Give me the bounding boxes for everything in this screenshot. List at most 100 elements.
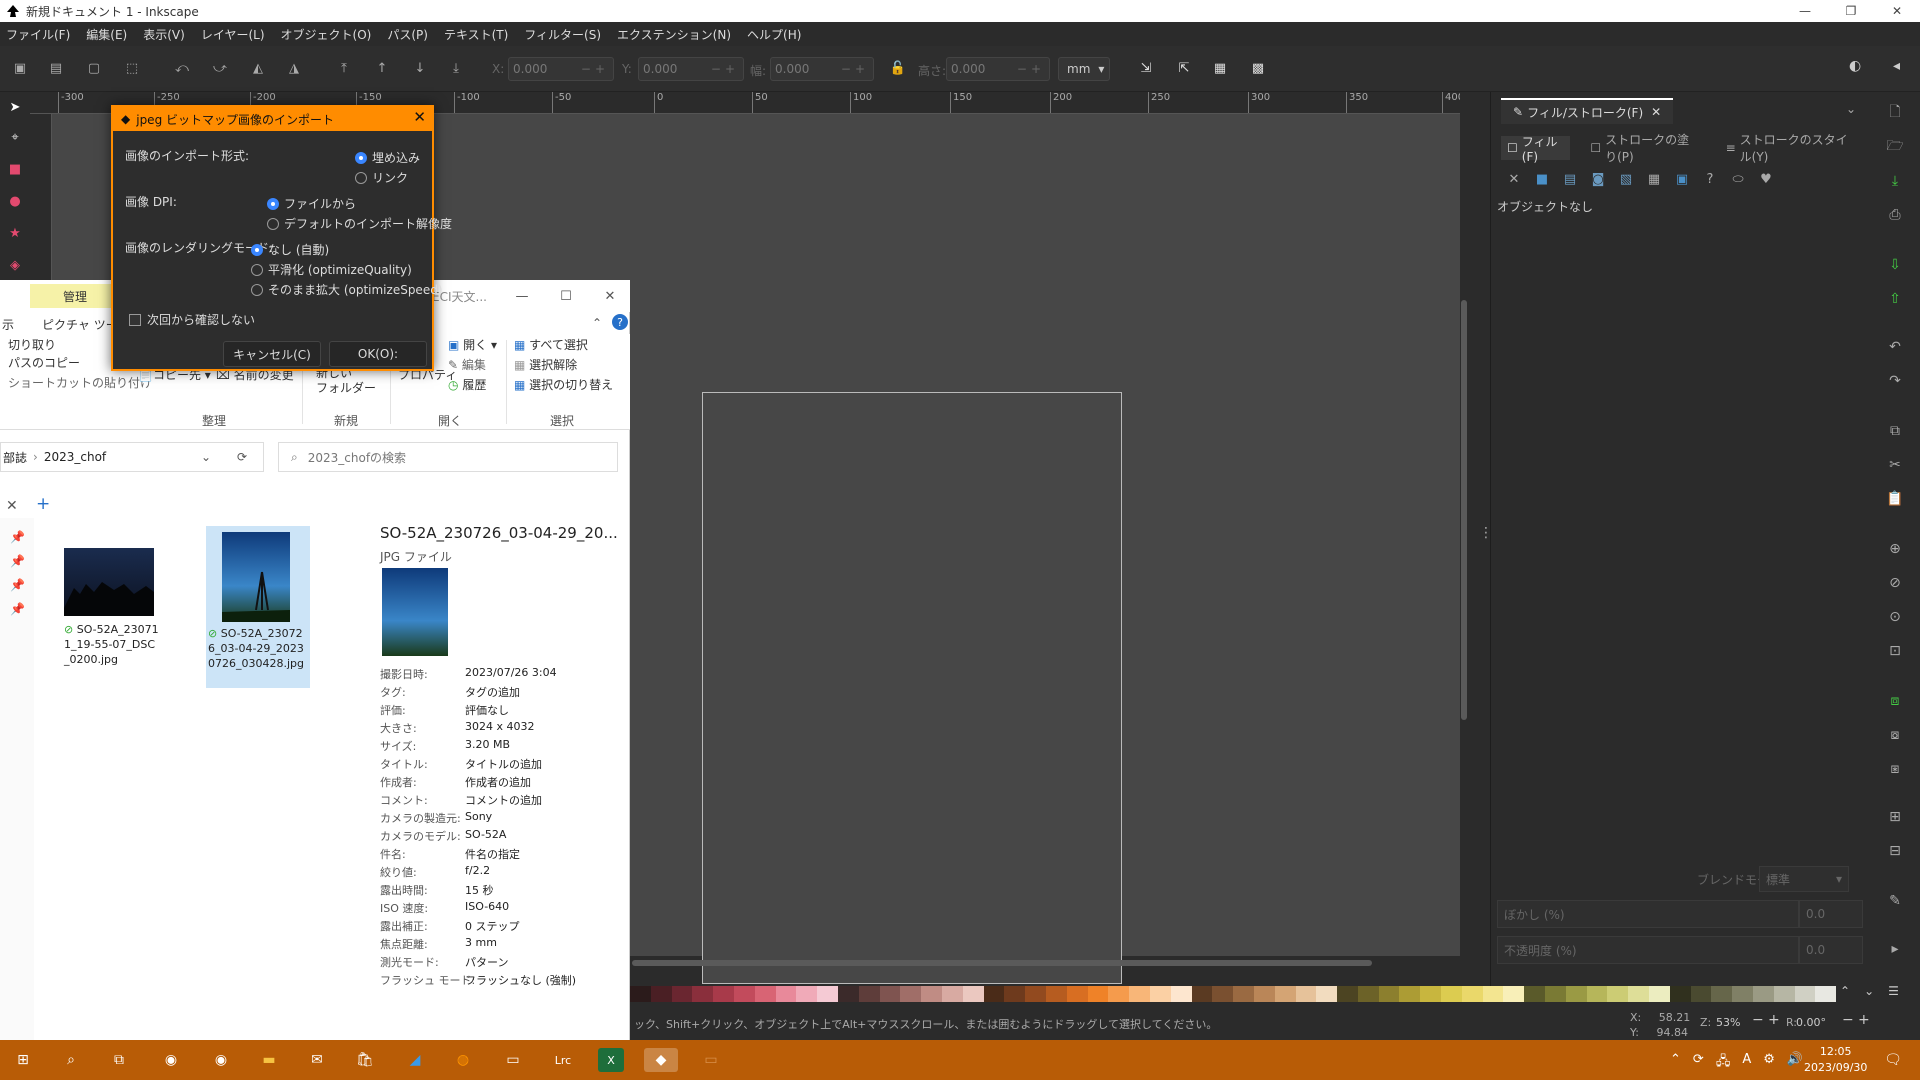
select-none-button[interactable]: ▦ 選択解除 [514,356,577,373]
rotation-value[interactable]: 0.00° [1796,1016,1826,1029]
raise-icon[interactable]: ↑ [372,58,392,78]
ime-mode-indicator[interactable]: A [1742,1052,1751,1074]
chevron-up-icon[interactable]: ⌃ [1840,984,1850,998]
palette-swatch[interactable] [1441,986,1462,1002]
unit-select[interactable]: mm ▾ [1058,57,1110,81]
search-input[interactable]: ⌕ 2023_chofの検索 [278,442,618,472]
palette-swatch[interactable] [900,986,922,1002]
palette-swatch[interactable] [692,986,714,1002]
pin-icon[interactable]: 📌 [10,530,25,544]
palette-swatch[interactable] [650,986,672,1002]
dont-ask-checkbox[interactable]: 次回から確認しない [129,311,255,328]
y-field[interactable]: 0.000 −+ [638,57,744,81]
palette-swatch[interactable] [1295,986,1317,1002]
lower-to-bottom-icon[interactable]: ⤓ [446,58,466,78]
palette-swatch[interactable] [1607,986,1629,1002]
vertical-scrollbar[interactable] [1461,300,1467,720]
volume-icon[interactable]: 🔊 [1787,1052,1803,1074]
manage-tab[interactable]: 管理 [30,284,120,308]
property-value[interactable]: ISO-640 [465,900,509,913]
breadcrumb-current[interactable]: 2023_chof [44,450,106,464]
property-value[interactable]: タイトルの追加 [465,756,542,772]
blend-mode-select[interactable]: 標準 ▾ [1759,866,1849,892]
palette-swatch[interactable] [879,986,901,1002]
paste-shortcut-button[interactable]: ショートカットの貼り付け [8,374,152,391]
pin-icon[interactable]: 📌 [10,602,25,616]
zoom-width-icon[interactable]: ⊡ [1886,642,1904,660]
scale-stroke-icon[interactable]: ⇲ [1136,58,1156,78]
panel-collapse-icon[interactable]: ◂ [1893,58,1900,74]
palette-swatch[interactable] [1045,986,1067,1002]
unset-paint-icon[interactable]: ? [1701,170,1719,188]
minimize-button[interactable]: — [1782,0,1828,22]
flat-color-icon[interactable]: ■ [1533,170,1551,188]
chevron-down-icon[interactable]: ⌄ [1846,102,1856,116]
rotate-plus-icon[interactable]: + [1858,1012,1870,1028]
chevron-down-icon[interactable]: ⌄ [1864,984,1874,998]
palette-swatch[interactable] [1753,986,1774,1002]
dialog-close-button[interactable]: ✕ [413,108,426,126]
selector-tool-icon[interactable]: ➤ [6,98,24,116]
palette-swatch[interactable] [1628,986,1650,1002]
menu-file[interactable]: ファイル(F) [6,26,70,43]
maximize-button[interactable]: ❐ [1828,0,1874,22]
palette-swatch[interactable] [733,986,755,1002]
star-tool-icon[interactable]: ★ [6,224,24,242]
file-explorer-icon[interactable]: ▬ [256,1048,282,1072]
zoom-drawing-icon[interactable]: ⊘ [1886,574,1904,592]
palette-swatch[interactable] [1108,986,1130,1002]
chrome-beta-icon[interactable]: ◉ [208,1048,234,1072]
edit-path-icon[interactable]: ✎ [1886,892,1904,910]
menu-extensions[interactable]: エクステンション(N) [617,26,731,43]
history-button[interactable]: ◷ 履歴 [448,376,486,393]
lower-icon[interactable]: ↓ [410,58,430,78]
palette-swatch[interactable] [1233,986,1254,1002]
property-value[interactable]: フラッシュなし (強制) [465,972,576,988]
menu-filters[interactable]: フィルター(S) [524,26,601,43]
menu-object[interactable]: オブジェクト(O) [281,26,372,43]
palette-swatch[interactable] [921,986,942,1002]
property-value[interactable]: f/2.2 [465,864,490,877]
palette-swatch[interactable] [1066,986,1088,1002]
tab-view[interactable]: 示 [2,316,14,333]
property-value[interactable]: 3024 x 4032 [465,720,535,733]
close-window-button[interactable]: ✕ [1874,0,1920,22]
palette-swatch[interactable] [775,986,797,1002]
rect-tool-icon[interactable]: ■ [6,160,24,178]
menu-layer[interactable]: レイヤー(L) [201,26,265,43]
palette-swatch[interactable] [1191,986,1213,1002]
property-value[interactable]: 15 秒 [465,882,494,898]
cut-button[interactable]: 切り取り [8,336,56,353]
select-all-button[interactable]: ▦ すべて選択 [514,336,588,353]
palette-swatch[interactable] [858,986,880,1002]
palette-swatch[interactable] [1337,986,1358,1002]
excel-icon[interactable]: X [598,1048,624,1072]
palette-swatch[interactable] [837,986,859,1002]
pin-icon[interactable]: 📌 [10,554,25,568]
radial-gradient-icon[interactable]: ◙ [1589,170,1607,188]
fill-rule-evenodd-icon[interactable]: ⬭ [1729,170,1747,188]
close-tab-icon[interactable]: ✕ [1651,105,1661,119]
explorer-maximize-button[interactable]: ☐ [544,284,588,308]
open-icon[interactable]: 🗁 [1886,138,1904,156]
close-tab-icon[interactable]: ✕ [6,498,18,514]
palette-swatch[interactable] [754,986,776,1002]
clone-icon[interactable]: ⧇ [1886,726,1904,744]
new-document-icon[interactable]: 🗋 [1886,104,1904,122]
refresh-icon[interactable]: ⟳ [237,450,247,464]
render-none-radio[interactable]: なし (自動) [251,241,329,258]
flip-vertical-icon[interactable]: ◮ [284,58,304,78]
palette-swatch[interactable] [1503,986,1525,1002]
render-blocky-radio[interactable]: そのまま拡大 (optimizeSpeed) [251,281,443,298]
windows-start-icon[interactable]: ⊞ [10,1048,36,1072]
palette-swatch[interactable] [1482,986,1504,1002]
palette-swatch[interactable] [1794,986,1816,1002]
property-value[interactable]: SO-52A [465,828,506,841]
settings-icon[interactable]: ⚙ [1763,1052,1775,1074]
explorer-close-button[interactable]: ✕ [588,284,632,308]
palette-swatch[interactable] [671,986,693,1002]
mesh-gradient-icon[interactable]: ▧ [1617,170,1635,188]
palette-swatch[interactable] [1087,986,1109,1002]
palette-swatch[interactable] [796,986,818,1002]
zoom-selection-icon[interactable]: ⊕ [1886,540,1904,558]
